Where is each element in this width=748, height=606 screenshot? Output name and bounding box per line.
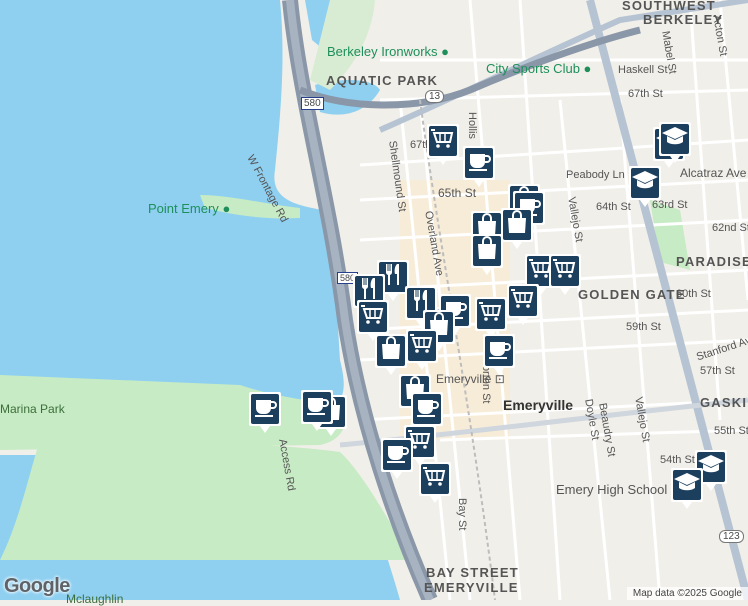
- poi-marker[interactable]: [628, 164, 662, 208]
- route-shield-580: 580: [301, 97, 324, 110]
- area-label-gaskill: GASKILL: [700, 395, 748, 410]
- poi-marker[interactable]: [380, 436, 414, 480]
- poi-label: Berkeley Ironworks: [327, 44, 438, 59]
- poi-label: Point Emery: [148, 201, 219, 216]
- poi-marker[interactable]: [482, 332, 516, 376]
- area-label-emeryville: EMERYVILLE: [424, 580, 519, 595]
- pin-icon: ●: [441, 44, 450, 59]
- park-label-mclaughlin: Mclaughlin: [66, 592, 124, 606]
- poi-marker[interactable]: [548, 252, 582, 296]
- street-label: Haskell St: [618, 64, 668, 76]
- tree-icon: ●: [222, 201, 231, 216]
- route-shield-13: 13: [425, 90, 445, 103]
- google-logo: Google: [4, 575, 70, 597]
- area-label-paradise: PARADISE: [676, 254, 748, 269]
- street-label: 55th St: [714, 425, 748, 437]
- poi-berkeley-ironworks[interactable]: Berkeley Ironworks ●: [327, 44, 449, 59]
- street-label: 67th St: [628, 88, 663, 100]
- poi-label: City Sports Club: [486, 61, 580, 76]
- poi-emery-high-school[interactable]: Emery High School: [556, 482, 667, 497]
- street-label: 60th St: [676, 288, 711, 300]
- poi-marker[interactable]: [462, 144, 496, 188]
- poi-marker[interactable]: [418, 460, 452, 504]
- street-label: 62nd St: [712, 222, 748, 234]
- poi-point-emery[interactable]: Point Emery ●: [148, 201, 230, 216]
- park-label-marina: Marina Park: [0, 402, 65, 416]
- street-label: 57th St: [700, 365, 735, 377]
- street-label: Bay St: [456, 498, 468, 531]
- poi-marker[interactable]: [470, 232, 504, 276]
- route-number: 580: [304, 98, 321, 109]
- poi-city-sports-club[interactable]: City Sports Club ●: [486, 61, 591, 76]
- poi-marker[interactable]: [500, 206, 534, 250]
- street-label: 64th St: [596, 201, 631, 213]
- poi-marker[interactable]: [658, 120, 692, 164]
- area-label-aquatic-park: AQUATIC PARK: [326, 73, 439, 88]
- poi-marker[interactable]: [300, 388, 334, 432]
- map-attribution[interactable]: Map data ©2025 Google: [626, 587, 748, 600]
- city-label: Emeryville: [503, 397, 574, 413]
- poi-marker[interactable]: [405, 327, 439, 371]
- map-canvas[interactable]: SOUTHWEST BERKELEY AQUATIC PARK PARADISE…: [0, 0, 748, 606]
- street-label: 59th St: [626, 321, 661, 333]
- area-label-bay-street: BAY STREET: [426, 565, 519, 580]
- poi-marker[interactable]: [374, 332, 408, 376]
- street-label: Peabody Ln: [566, 169, 625, 181]
- route-number: 13: [429, 91, 441, 102]
- poi-label: Emery High School: [556, 482, 668, 497]
- street-label: Hollis: [466, 112, 478, 139]
- poi-marker[interactable]: [670, 466, 704, 510]
- street-label: Alcatraz Ave: [680, 166, 747, 180]
- street-label: 54th St: [660, 454, 695, 466]
- area-label-golden-gate: GOLDEN GATE: [578, 287, 686, 302]
- pin-icon: ●: [583, 61, 592, 76]
- route-shield-123: 123: [719, 530, 744, 543]
- street-label: 65th St: [438, 186, 477, 200]
- poi-marker[interactable]: [248, 390, 282, 434]
- poi-marker[interactable]: [426, 122, 460, 166]
- route-number: 123: [723, 531, 740, 542]
- poi-marker[interactable]: [506, 282, 540, 326]
